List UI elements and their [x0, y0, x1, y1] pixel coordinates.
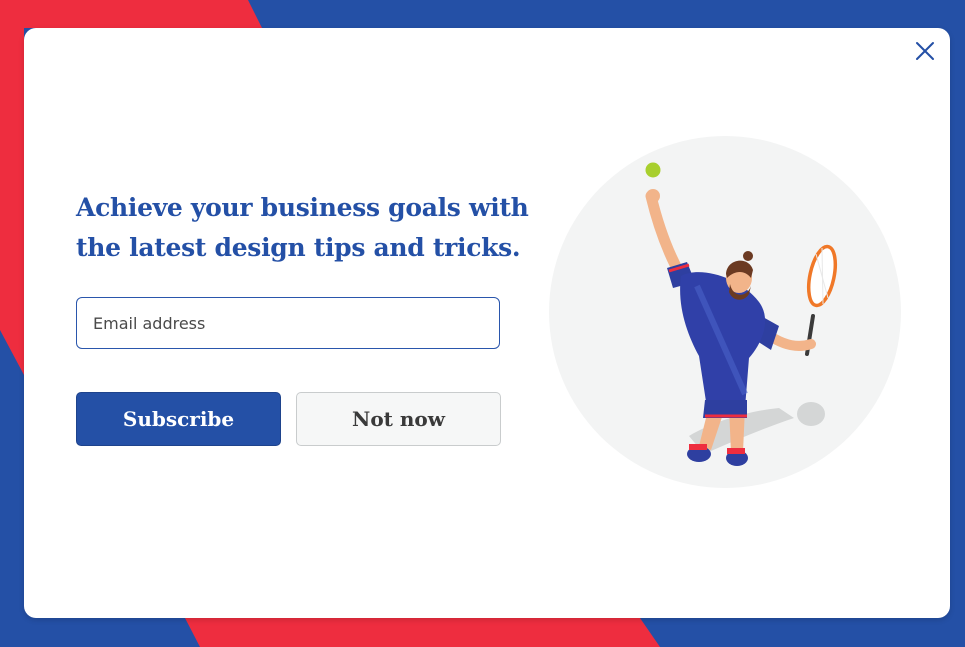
subscribe-modal: Achieve your business goals with the lat… [24, 28, 950, 618]
tennis-ball-icon [645, 162, 661, 178]
subscribe-button[interactable]: Subscribe [76, 392, 281, 446]
tennis-player-illustration [549, 136, 901, 488]
close-icon[interactable] [912, 38, 938, 64]
popup-stage: Achieve your business goals with the lat… [0, 0, 965, 647]
email-field[interactable] [76, 297, 500, 349]
not-now-button[interactable]: Not now [296, 392, 501, 446]
headline: Achieve your business goals with the lat… [76, 193, 529, 262]
